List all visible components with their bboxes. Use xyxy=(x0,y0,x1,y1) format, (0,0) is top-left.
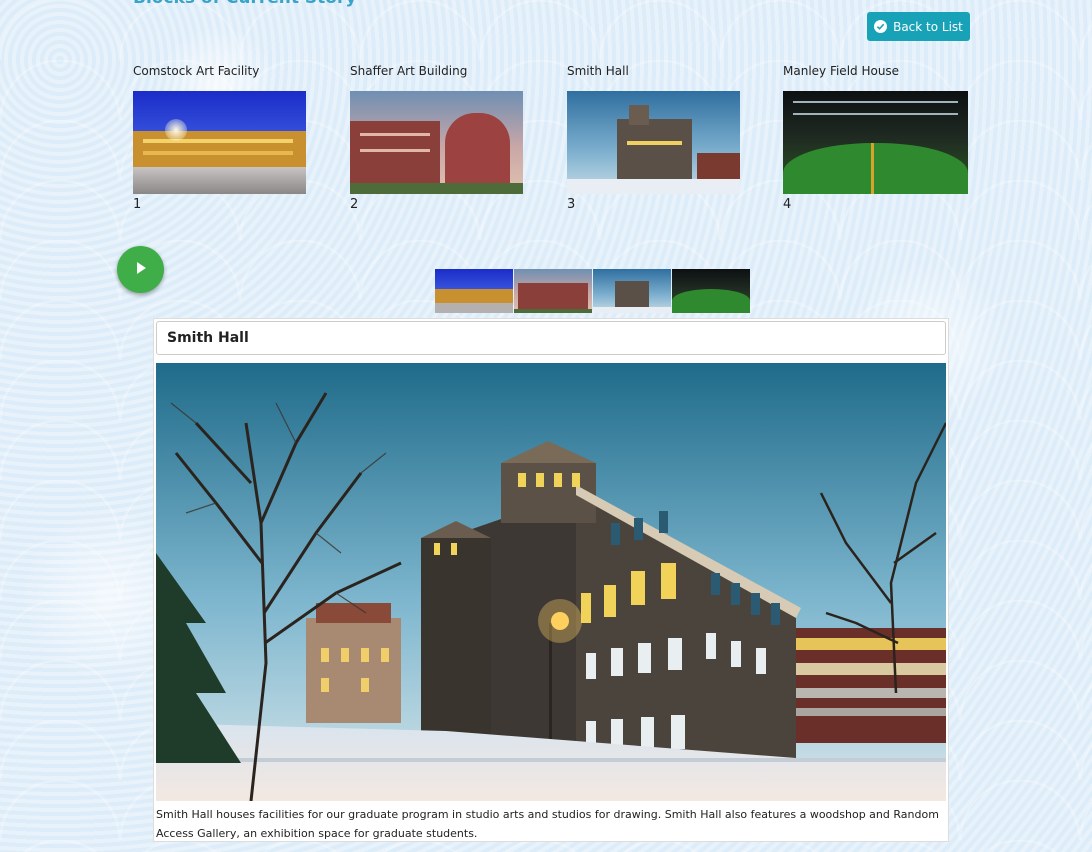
story-block[interactable]: Manley Field House 4 xyxy=(783,62,973,212)
block-title: Smith Hall xyxy=(567,64,629,78)
story-block[interactable]: Comstock Art Facility 1 xyxy=(133,62,323,212)
block-image[interactable] xyxy=(567,91,740,194)
back-to-list-label: Back to List xyxy=(893,19,963,34)
block-number: 1 xyxy=(133,197,142,212)
main-image xyxy=(156,363,946,801)
viewer-caption: Smith Hall houses facilities for our gra… xyxy=(156,808,939,840)
block-title: Manley Field House xyxy=(783,64,900,78)
play-icon xyxy=(133,260,149,280)
block-title: Shaffer Art Building xyxy=(350,64,468,78)
back-to-list-button[interactable]: Back to List xyxy=(867,12,970,41)
block-number: 2 xyxy=(350,197,359,212)
story-block[interactable]: Smith Hall 3 xyxy=(567,62,757,212)
thumbnail[interactable] xyxy=(672,269,750,313)
block-number: 3 xyxy=(567,197,576,212)
block-number: 4 xyxy=(783,197,792,212)
block-image[interactable] xyxy=(350,91,523,194)
page-heading: Blocks of Current Story xyxy=(133,0,356,8)
check-circle-icon xyxy=(874,20,888,33)
thumbnail[interactable] xyxy=(514,269,592,313)
viewer-title: Smith Hall xyxy=(156,321,946,355)
block-image[interactable] xyxy=(783,91,968,194)
story-block[interactable]: Shaffer Art Building 2 xyxy=(350,62,540,212)
play-button[interactable] xyxy=(117,246,164,293)
thumbnail-strip xyxy=(435,269,750,313)
story-viewer-panel: Smith Hall Smith Hall houses facilities … xyxy=(153,318,949,842)
block-title: Comstock Art Facility xyxy=(133,64,260,78)
block-image[interactable] xyxy=(133,91,306,194)
thumbnail[interactable] xyxy=(593,269,671,313)
thumbnail[interactable] xyxy=(435,269,513,313)
